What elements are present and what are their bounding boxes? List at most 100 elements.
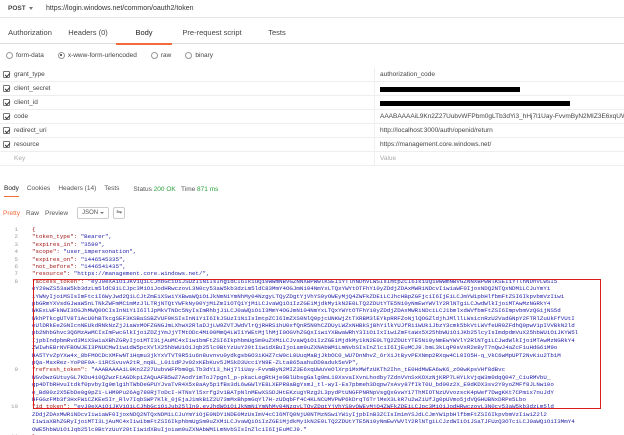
pretty-button[interactable]: Pretty xyxy=(0,208,23,219)
line-number: 8 xyxy=(14,277,18,285)
param-row: redirect_uri http://localhost:3000/auth/o… xyxy=(0,124,624,138)
param-key[interactable]: client_id xyxy=(14,99,38,106)
radio-dot-icon xyxy=(185,51,193,59)
code-line: ZDdjZDAxMWRiNDcvIiwiaWF0IjoxNDQ2NTQxNDM1… xyxy=(0,411,624,418)
param-checkbox[interactable] xyxy=(3,71,10,78)
column-divider xyxy=(374,110,375,123)
status-value: 200 OK xyxy=(153,185,176,193)
code-line: 4 "scope": "user_impersonation", xyxy=(0,248,624,255)
param-value[interactable]: https://management.core.windows.net/ xyxy=(380,141,624,148)
line-number: 3 xyxy=(14,240,18,248)
tab-authorization[interactable]: Authorization xyxy=(0,22,60,44)
radio-raw[interactable]: raw xyxy=(150,51,172,59)
column-divider xyxy=(374,82,375,95)
request-tabs: Authorization Headers (0) Body Pre-request … xyxy=(0,22,624,45)
json-key: "expires_in": xyxy=(32,240,81,248)
param-key[interactable]: code xyxy=(14,113,28,120)
column-divider xyxy=(374,152,375,165)
response-tab-tests[interactable]: Tests xyxy=(104,182,119,196)
param-checkbox[interactable] xyxy=(3,85,10,92)
format-label: JSON xyxy=(82,210,99,216)
request-url-bar: POST https://login.windows.net/common/oa… xyxy=(0,0,624,18)
radio-label: form-data xyxy=(16,51,44,59)
line-number: 7 xyxy=(14,270,18,278)
json-key: "resource": xyxy=(32,270,74,278)
json-value: OWE5hbWUiOiJqb25lc0BtYzUuY29tIiwidXBuIjo… xyxy=(32,425,307,433)
response-tab-body[interactable]: Body xyxy=(4,182,19,197)
param-key-placeholder[interactable]: Key xyxy=(14,155,25,162)
param-key[interactable]: redirect_uri xyxy=(14,127,47,134)
chevron-down-icon xyxy=(28,7,33,10)
param-checkbox[interactable] xyxy=(3,99,10,106)
line-number: 1 xyxy=(14,226,18,233)
line-number: 2 xyxy=(14,233,18,241)
column-divider xyxy=(374,138,375,151)
tab-pre-request-script[interactable]: Pre-request script xyxy=(172,22,252,44)
response-tab-headers-14[interactable]: Headers (14) xyxy=(58,182,96,196)
param-key[interactable]: client_secret xyxy=(14,85,51,92)
param-row: grant_type authorization_code xyxy=(0,68,624,82)
tab-tests[interactable]: Tests xyxy=(252,22,302,44)
param-checkbox[interactable] xyxy=(3,127,10,134)
param-key[interactable]: grant_type xyxy=(14,71,45,78)
line-number: 10 xyxy=(11,403,18,411)
params-table: grant_type authorization_code client_secre… xyxy=(0,68,624,166)
json-key: "token_type": xyxy=(32,233,81,241)
highlight-box xyxy=(33,279,601,409)
format-dropdown[interactable]: JSON xyxy=(77,207,110,219)
param-value[interactable]: authorization_code xyxy=(380,71,624,78)
json-value: IiwiaXBhZGRyIjoiMTI3LjAuMC4xIiwibmFtZSI6… xyxy=(32,418,575,426)
radio-dot-icon xyxy=(6,51,13,59)
column-divider xyxy=(374,96,375,109)
url-input[interactable]: https://login.windows.net/common/oauth2/… xyxy=(46,5,193,12)
radio-label: binary xyxy=(195,51,214,59)
param-key[interactable]: resource xyxy=(14,141,39,148)
radio-x-www-form-urlencoded[interactable]: x-www-form-urlencoded xyxy=(57,51,137,59)
json-key: "scope": xyxy=(32,248,64,256)
response-tab-cookies[interactable]: Cookies xyxy=(27,182,50,196)
param-row: resource https://management.core.windows.… xyxy=(0,138,624,152)
json-value: "https://management.core.windows.net/", xyxy=(73,270,210,278)
param-value[interactable]: AAABAAAAiL9Kn2Z27UubvWFPbm0gLTb3dYi3_hHj… xyxy=(380,113,624,120)
time-label: Time xyxy=(181,185,196,193)
method-label: POST xyxy=(8,5,26,12)
line-number: 9 xyxy=(14,366,18,374)
preview-button[interactable]: Preview xyxy=(42,208,71,219)
response-toolbar: Pretty Raw Preview JSON ⇋ xyxy=(0,206,126,220)
method-dropdown[interactable]: POST xyxy=(0,2,46,16)
code-line: 6 "not_before": "1446541435", xyxy=(0,263,624,270)
radio-form-data[interactable]: form-data xyxy=(6,51,44,59)
line-number: 5 xyxy=(14,255,18,263)
tab-body[interactable]: Body xyxy=(116,22,172,45)
json-key: { xyxy=(32,226,36,233)
status-label: Status xyxy=(133,185,152,193)
json-value: "3599", xyxy=(80,240,106,248)
json-key: "expires_on": xyxy=(32,255,81,263)
param-value[interactable]: http://localhost:3000/auth/openid/return xyxy=(380,127,624,134)
code-line: 2 "token_type": "Bearer", xyxy=(0,233,624,240)
status-readout: Status 200 OK Time 871 ms xyxy=(133,186,218,193)
raw-button[interactable]: Raw xyxy=(23,208,42,219)
json-value: "1446545335", xyxy=(80,255,126,263)
code-line: 5 "expires_on": "1446545335", xyxy=(0,256,624,263)
radio-label: raw xyxy=(160,51,172,59)
code-line: 1{ xyxy=(0,226,624,233)
column-divider xyxy=(374,68,375,81)
json-value: "user_impersonation", xyxy=(63,248,137,256)
code-line: IiwiaXBhZGRyIjoiMTI3LjAuMC4xIiwibmFtZSI6… xyxy=(0,418,624,425)
param-value-placeholder[interactable]: Value xyxy=(380,155,624,162)
response-tabs: Body Cookies Headers (14) Tests Status 200 O… xyxy=(0,182,624,197)
param-row-placeholder[interactable]: Key Value xyxy=(0,152,624,166)
param-checkbox[interactable] xyxy=(3,113,10,120)
wrap-lines-icon[interactable]: ⇋ xyxy=(113,207,126,219)
line-number: 6 xyxy=(14,262,18,270)
param-row: client_id xyxy=(0,96,624,110)
radio-dot-icon xyxy=(150,51,158,59)
code-line: 7 "resource": "https://management.core.w… xyxy=(0,270,624,277)
time-value: 871 ms xyxy=(197,185,219,193)
code-line: 3 "expires_in": "3599", xyxy=(0,241,624,248)
tab-headers-0[interactable]: Headers (0) xyxy=(60,22,116,44)
param-checkbox[interactable] xyxy=(3,141,10,148)
radio-binary[interactable]: binary xyxy=(185,51,214,59)
body-type-options: form-data x-www-form-urlencoded raw binary xyxy=(0,48,221,62)
